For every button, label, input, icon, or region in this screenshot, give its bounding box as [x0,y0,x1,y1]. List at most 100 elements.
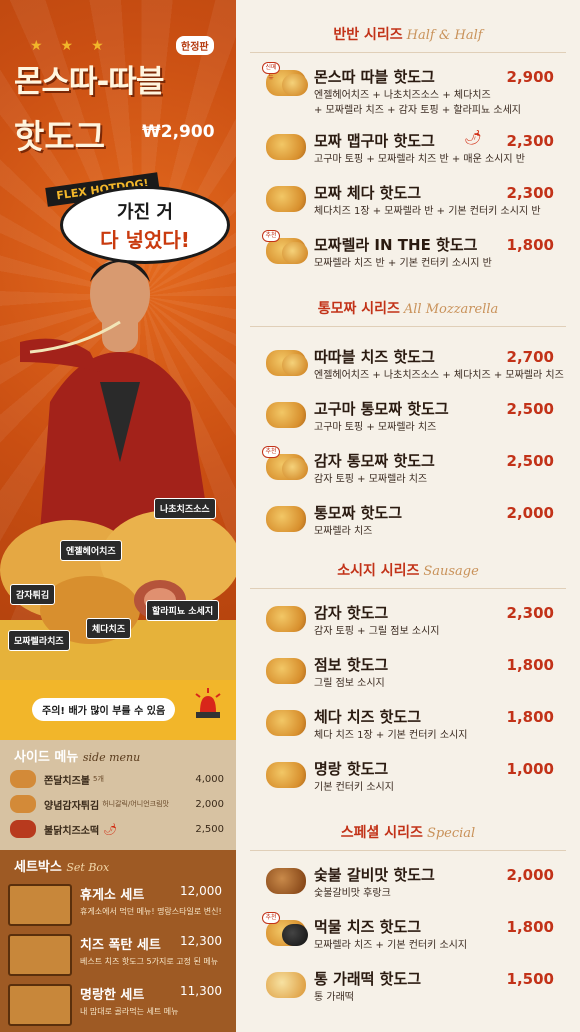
set-box-title: 세트박스 Set Box [14,856,109,875]
bubble-text-line1: 가진 거 [117,201,173,223]
hotdog-cut-thumbnail [282,242,308,264]
menu-item[interactable]: 감자 핫도그 2,300 감자 토핑 + 그릴 점보 소시지 [236,602,580,652]
set-item-name: 치즈 폭탄 세트 [80,938,161,953]
menu-item[interactable]: 모짜 맵구마 핫도그 🌶 2,300 고구마 토핑 + 모짜렐라 치즈 반 + … [236,130,580,180]
hotdog-cut-thumbnail [282,924,308,946]
hotdog-thumbnail [266,658,306,684]
hotdog-thumbnail [266,868,306,894]
menu-item[interactable]: 통 가래떡 핫도그 1,500 통 가래떡 [236,968,580,1018]
menu-item-name: 따따블 치즈 핫도그 [314,348,435,366]
section-title-ko: 소시지 시리즈 [337,563,420,579]
menu-item[interactable]: 추천 감자 통모짜 핫도그 2,500 감자 토핑 + 모짜렐라 치즈 [236,446,580,500]
menu-item-name: 명랑 핫도그 [314,760,389,778]
menu-item-desc: 모짜렐라 치즈 + 기본 컨터키 소시지 [314,940,468,951]
speech-bubble: 가진 거 다 넣었다! [60,186,230,264]
side-menu-item[interactable]: 양념감자튀김 허니갈릭/어니언크림맛 2,000 [10,793,228,815]
side-menu-panel: 사이드 메뉴 side menu 쫀달치즈볼 5개 4,000 양념감자튀김 허… [0,740,236,850]
menu-item-name: 고구마 통모짜 핫도그 [314,400,449,418]
set-item-desc: 베스트 치즈 핫도그 5가지로 고정 된 메뉴 [80,957,219,966]
menu-item-desc: 통 가래떡 [314,992,354,1003]
menu-item-name: 감자 통모짜 핫도그 [314,452,435,470]
section-title-ko: 통모짜 시리즈 [317,301,400,317]
menu-item-name: 모짜렐라 IN THE 핫도그 [314,236,478,254]
section-title-en: Special [426,826,476,841]
section-title-special: 스페셜 시리즈 Special [236,822,580,842]
set-box-title-ko: 세트박스 [14,860,62,875]
menu-item-name: 감자 핫도그 [314,604,389,622]
section-divider [250,326,566,327]
menu-item-price: 2,000 [506,866,554,884]
set-item[interactable]: 명랑한 세트 11,300 내 맘대로 골라먹는 세트 메뉴 [8,980,230,1032]
side-menu-item[interactable]: 쫀달치즈볼 5개 4,000 [10,768,228,790]
menu-item-name: 모짜 맵구마 핫도그 [314,132,435,150]
menu-item-desc: 감자 토핑 + 그릴 점보 소시지 [314,626,440,637]
menu-item-name: 점보 핫도그 [314,656,389,674]
menu-item-desc: 체다 치즈 1장 + 기본 컨터키 소시지 [314,730,468,741]
menu-item-price: 2,700 [506,348,554,366]
menu-item-desc: 엔젤헤어치즈 + 나초치즈소스 + 체다치즈 + 모짜렐라 치즈 [314,370,564,381]
menu-item[interactable]: 점보 핫도그 1,800 그릴 점보 소시지 [236,654,580,704]
food-label-fries: 감자튀김 [10,584,56,605]
warning-text: 주의! 배가 많이 부를 수 있음 [32,698,176,721]
new-menu-badge: 신메뉴 [262,62,280,81]
section-title-ko: 스페셜 시리즈 [340,825,423,841]
menu-item-price: 1,800 [506,656,554,674]
menu-item[interactable]: 통모짜 핫도그 2,000 모짜렐라 치즈 [236,502,580,552]
food-label-mozzarella: 모짜렐라치즈 [8,630,70,651]
stars-icon: ★★★ [30,38,122,54]
menu-item-desc: 엔젤헤어치즈 + 나초치즈소스 + 체다치즈 + 모짜렐라 치즈 + 감자 토핑… [314,90,521,116]
menu-item[interactable]: 추천 먹물 치즈 핫도그 1,800 모짜렐라 치즈 + 기본 컨터키 소시지 [236,912,580,966]
menu-item-price: 2,500 [506,452,554,470]
side-item-price: 2,500 [195,823,224,835]
section-title-en: All Mozzarella [403,302,499,317]
menu-item[interactable]: 따따블 치즈 핫도그 2,700 엔젤헤어치즈 + 나초치즈소스 + 체다치즈 … [236,346,580,396]
hotdog-thumbnail [266,186,306,212]
side-item-price: 4,000 [195,773,224,785]
set-item-price: 12,300 [180,934,222,948]
menu-item-desc: 체다치즈 1장 + 모짜렐라 반 + 기본 컨터키 소시지 반 [314,206,541,217]
food-label-nacho: 나초치즈소스 [154,498,216,519]
set-box-title-en: Set Box [66,861,110,874]
hotdog-thumbnail [266,506,306,532]
side-menu-item[interactable]: 불닭치즈소떡 🌶 2,500 [10,818,228,840]
limited-edition-badge: 한정판 [176,36,214,55]
side-item-name: 양념감자튀김 [44,800,100,812]
side-item-name: 불닭치즈소떡 [44,825,100,837]
hotdog-thumbnail [266,134,306,160]
menu-item-name: 통 가래떡 핫도그 [314,970,422,988]
hero-title-line1: 몬스따-따블 [14,64,164,100]
hotdog-cut-thumbnail [282,74,308,96]
menu-item[interactable]: 신메뉴 몬스따 따블 핫도그 2,900 엔젤헤어치즈 + 나초치즈소스 + 체… [236,62,580,116]
food-label-jalapeno: 할라피뇨 소세지 [146,600,220,621]
menu-item-desc: 고구마 토핑 + 모짜렐라 치즈 [314,422,437,433]
menu-item-price: 2,900 [506,68,554,86]
menu-item[interactable]: 명랑 핫도그 1,000 기본 컨터키 소시지 [236,758,580,808]
hero-price: ₩2,900 [142,122,215,142]
set-item-price: 11,300 [180,984,222,998]
section-divider [250,850,566,851]
set-item[interactable]: 휴게소 세트 12,000 휴게소에서 먹던 메뉴! 명랑스타일로 변신! [8,880,230,932]
set-item[interactable]: 치즈 폭탄 세트 12,300 베스트 치즈 핫도그 5가지로 고정 된 메뉴 [8,930,230,982]
menu-column: 반반 시리즈 Half & Half 신메뉴 몬스따 따블 핫도그 2,900 엔… [236,0,580,1032]
menu-item[interactable]: 고구마 통모짜 핫도그 2,500 고구마 토핑 + 모짜렐라 치즈 [236,398,580,448]
side-menu-title: 사이드 메뉴 side menu [14,746,140,765]
chili-icon: 🌶 [464,130,482,146]
menu-item[interactable]: 추천 모짜렐라 IN THE 핫도그 1,800 모짜렐라 치즈 반 + 기본 … [236,230,580,284]
menu-item-name: 모짜 체다 핫도그 [314,184,422,202]
hero-banner: ★★★ 한정판 몬스따-따블 핫도그 ₩2,900 FLEX HOTDOG! 가… [0,0,236,740]
menu-item-price: 2,500 [506,400,554,418]
menu-item-price: 1,800 [506,918,554,936]
menu-item-price: 2,000 [506,504,554,522]
menu-item[interactable]: 체다 치즈 핫도그 1,800 체다 치즈 1장 + 기본 컨터키 소시지 [236,706,580,756]
menu-item-name: 통모짜 핫도그 [314,504,403,522]
chili-icon: 🌶 [103,822,118,836]
menu-item-desc: 모짜렐라 치즈 반 + 기본 컨터키 소시지 반 [314,258,492,269]
menu-item-name: 숯불 갈비맛 핫도그 [314,866,435,884]
menu-item[interactable]: 숯불 갈비맛 핫도그 2,000 숯불갈비맛 후랑크 [236,864,580,914]
menu-item-price: 1,800 [506,236,554,254]
side-menu-title-en: side menu [82,751,141,764]
food-label-cheddar: 체다치즈 [86,618,132,639]
menu-item[interactable]: 모짜 체다 핫도그 2,300 체다치즈 1장 + 모짜렐라 반 + 기본 컨터… [236,182,580,232]
side-item-name: 쫀달치즈볼 [44,775,90,787]
section-title-half-half: 반반 시리즈 Half & Half [236,24,580,44]
